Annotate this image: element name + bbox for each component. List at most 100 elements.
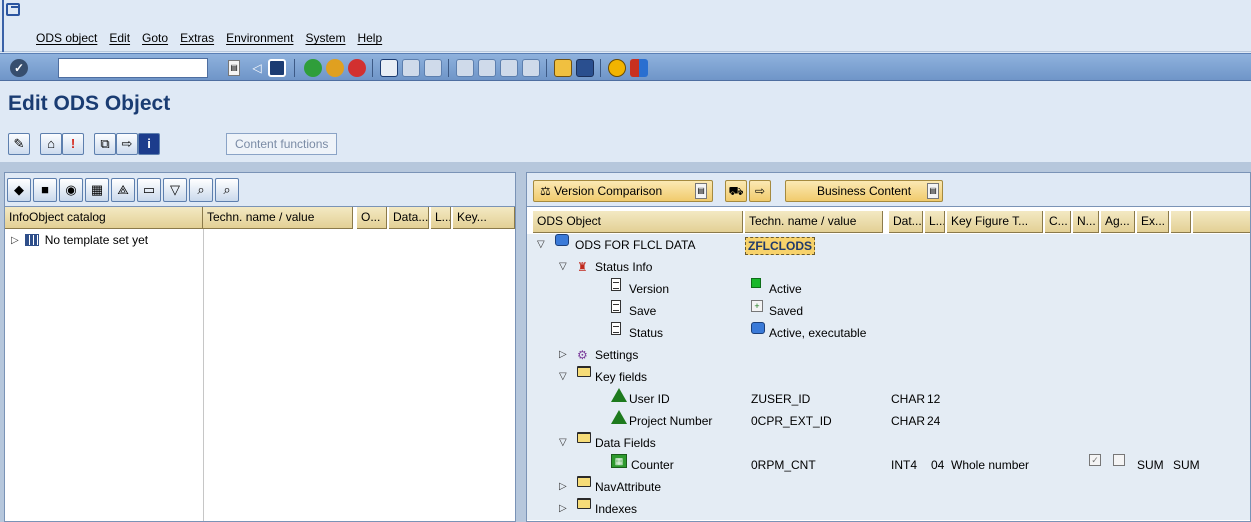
template-grid-icon <box>24 234 39 246</box>
version-comparison-button[interactable]: ⚖ Version Comparison <box>533 180 713 202</box>
expand-triangle-icon[interactable]: ▷ <box>559 476 567 498</box>
left-col-header[interactable]: L... <box>431 207 451 229</box>
col-header-extra[interactable] <box>1193 211 1250 233</box>
previous-page-icon[interactable] <box>478 59 496 77</box>
command-field[interactable] <box>58 58 208 78</box>
col-header-c[interactable]: C... <box>1045 211 1071 233</box>
menu-goto[interactable]: Goto <box>142 31 168 45</box>
menu-system[interactable]: System <box>305 31 345 45</box>
menu-edit[interactable]: Edit <box>109 31 130 45</box>
menu-environment[interactable]: Environment <box>226 31 293 45</box>
left-col-header[interactable]: InfoObject catalog <box>5 207 203 229</box>
col-header-agg[interactable]: Ag... <box>1101 211 1135 233</box>
right-toolbar: ⚖ Version Comparison ▤ ⛟ ⇨ Business Cont… <box>527 173 1250 207</box>
menu-ods-object[interactable]: ODS object <box>36 31 97 45</box>
row-label: Indexes <box>595 502 638 516</box>
collapse-triangle-icon[interactable]: ▽ <box>559 432 567 454</box>
back-icon[interactable] <box>304 59 322 77</box>
left-col-header[interactable]: O... <box>357 207 387 229</box>
find-tree-icon[interactable]: ⌕ <box>189 178 213 202</box>
transfer-icon[interactable]: ⇨ <box>749 180 771 202</box>
separator <box>448 59 449 77</box>
version-comparison-dropdown-icon[interactable]: ▤ <box>695 183 707 199</box>
cube-tree-icon[interactable]: ■ <box>33 178 57 202</box>
create-session-icon[interactable] <box>554 59 572 77</box>
tree-row-navattribute[interactable]: ▷ NavAttribute <box>527 476 1250 498</box>
menu-extras[interactable]: Extras <box>180 31 214 45</box>
technical-name-value[interactable]: ZFLCLODS <box>745 237 815 255</box>
exit-icon[interactable] <box>326 59 344 77</box>
length: 04 <box>931 458 945 472</box>
row-label: User ID <box>629 392 670 406</box>
menu-help[interactable]: Help <box>357 31 382 45</box>
col-header-length[interactable]: L... <box>925 211 945 233</box>
collapse-triangle-icon[interactable]: ▽ <box>559 256 567 278</box>
expand-triangle-icon[interactable]: ▷ <box>559 344 567 366</box>
next-page-icon[interactable] <box>500 59 518 77</box>
tree-icon-1[interactable]: ◆ <box>7 178 31 202</box>
back-arrow-icon[interactable]: ◁ <box>248 59 266 77</box>
left-col-header[interactable]: Data... <box>389 207 429 229</box>
left-col-header[interactable]: Techn. name / value <box>203 207 353 229</box>
find-icon[interactable] <box>402 59 420 77</box>
tree-row-user-id[interactable]: User ID ZUSER_ID CHAR 12 <box>527 388 1250 410</box>
business-content-button[interactable]: Business Content <box>785 180 943 202</box>
collapse-triangle-icon[interactable]: ▽ <box>559 366 567 388</box>
save-icon[interactable] <box>268 59 286 77</box>
col-header-n[interactable]: N... <box>1073 211 1099 233</box>
tree-node[interactable]: ▷ No template set yet <box>11 233 148 247</box>
infoobject-icon[interactable]: ◉ <box>59 178 83 202</box>
tree-row-project-number[interactable]: Project Number 0CPR_EXT_ID CHAR 24 <box>527 410 1250 432</box>
print-tree-icon[interactable]: ▭ <box>137 178 161 202</box>
title-bar: Edit ODS Object <box>0 82 1251 122</box>
tree-row-settings[interactable]: ▷ ⚙ Settings <box>527 344 1250 366</box>
col-header-data-type[interactable]: Dat... <box>889 211 923 233</box>
cancel-icon[interactable] <box>348 59 366 77</box>
col-header-ex[interactable]: Ex... <box>1137 211 1169 233</box>
first-page-icon[interactable] <box>456 59 474 77</box>
tree-row-indexes[interactable]: ▷ Indexes <box>527 498 1250 520</box>
col-header-ods-object[interactable]: ODS Object <box>533 211 743 233</box>
transport-truck-icon[interactable]: ⛟ <box>725 180 747 202</box>
help-icon[interactable] <box>608 59 626 77</box>
expand-triangle-icon[interactable]: ▷ <box>11 235 19 246</box>
window-edge <box>2 0 4 52</box>
tree-row-counter[interactable]: ▦ Counter 0RPM_CNT INT4 04 Whole number … <box>527 454 1250 476</box>
create-shortcut-icon[interactable] <box>576 59 594 77</box>
left-col-header[interactable]: Key... <box>453 207 515 229</box>
tree-row-ods-object[interactable]: ▽ ODS FOR FLCL DATA ZFLCLODS <box>527 234 1250 256</box>
col-header-extra[interactable] <box>1171 211 1191 233</box>
display-change-icon[interactable]: ✎ <box>8 133 30 155</box>
layout-menu-icon[interactable] <box>630 59 648 77</box>
check-icon[interactable]: ⌂ <box>40 133 62 155</box>
info-icon[interactable]: i <box>138 133 160 155</box>
activate-icon[interactable]: ! <box>62 133 84 155</box>
command-history-dropdown-icon[interactable]: ▤ <box>228 60 240 76</box>
tree-row-status-info[interactable]: ▽ ♜ Status Info <box>527 256 1250 278</box>
catalog-icon[interactable]: ▦ <box>85 178 109 202</box>
last-page-icon[interactable] <box>522 59 540 77</box>
transport-icon[interactable]: ⇨ <box>116 133 138 155</box>
find-next-icon[interactable] <box>424 59 442 77</box>
menu-system-icon[interactable] <box>6 3 20 16</box>
tree-row-data-fields[interactable]: ▽ Data Fields <box>527 432 1250 454</box>
content-functions-button[interactable]: Content functions <box>226 133 338 155</box>
filter-icon[interactable]: ▽ <box>163 178 187 202</box>
status-value: Active, executable <box>769 326 867 340</box>
left-toolbar: ◆ ■ ◉ ▦ ⟁ ▭ ▽ ⌕ ⌕ <box>5 173 515 207</box>
where-used-icon[interactable]: ⟁ <box>111 178 135 202</box>
find-next-tree-icon[interactable]: ⌕ <box>215 178 239 202</box>
tree-row-status[interactable]: Status Active, executable <box>527 322 1250 344</box>
col-header-tech-name[interactable]: Techn. name / value <box>745 211 883 233</box>
expand-triangle-icon[interactable]: ▷ <box>559 498 567 520</box>
business-content-dropdown-icon[interactable]: ▤ <box>927 183 939 199</box>
tree-row-version[interactable]: Version Active <box>527 278 1250 300</box>
object-overview-icon[interactable]: ⧉ <box>94 133 116 155</box>
print-icon[interactable] <box>380 59 398 77</box>
ods-object-pane: ⚖ Version Comparison ▤ ⛟ ⇨ Business Cont… <box>526 172 1251 522</box>
collapse-triangle-icon[interactable]: ▽ <box>537 234 545 256</box>
enter-check-icon[interactable]: ✓ <box>10 59 28 77</box>
tree-row-save[interactable]: Save + Saved <box>527 300 1250 322</box>
tree-row-key-fields[interactable]: ▽ Key fields <box>527 366 1250 388</box>
col-header-kf-type[interactable]: Key Figure T... <box>947 211 1043 233</box>
